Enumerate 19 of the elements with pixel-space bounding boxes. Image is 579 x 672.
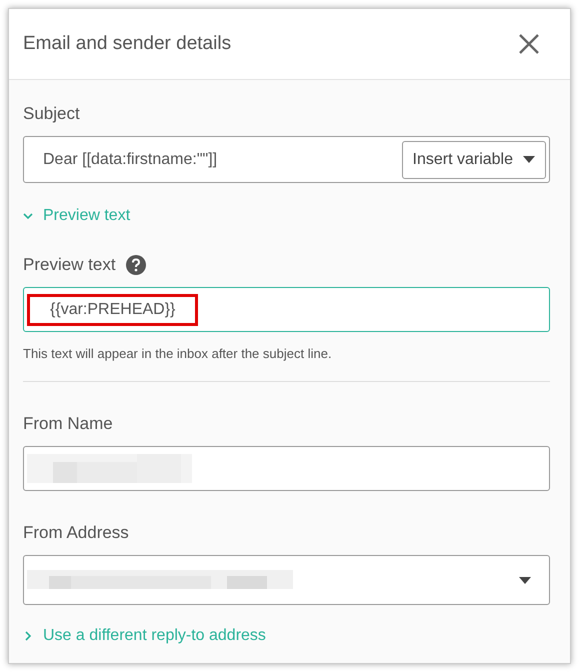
subject-field[interactable]: Dear [[data:firstname:""]] Insert variable [23,136,550,183]
caret-icon [523,156,535,163]
field-label: Preview text [23,255,116,275]
hint-text: This text will appear in the inbox after the subject line. [23,346,332,361]
insert-variable-button[interactable]: Insert variable [402,140,546,178]
help-icon[interactable] [126,255,146,275]
caret-icon [519,576,531,584]
chevron-icon [23,631,33,641]
field-value: Dear [[data:firstname:""]] [43,150,218,168]
field-label: From Name [23,414,113,434]
dialog-title: Email and sender details [23,33,232,55]
from-address-select[interactable] [23,555,550,605]
field-label: Subject [23,104,80,124]
preview-text-field[interactable]: {{var:PREHEAD}} [23,287,550,332]
field-label: From Address [23,523,129,543]
from-name-field[interactable] [23,446,550,491]
chevron-icon [23,211,33,221]
close-icon[interactable] [518,33,540,55]
field-value: {{var:PREHEAD}} [50,300,176,318]
